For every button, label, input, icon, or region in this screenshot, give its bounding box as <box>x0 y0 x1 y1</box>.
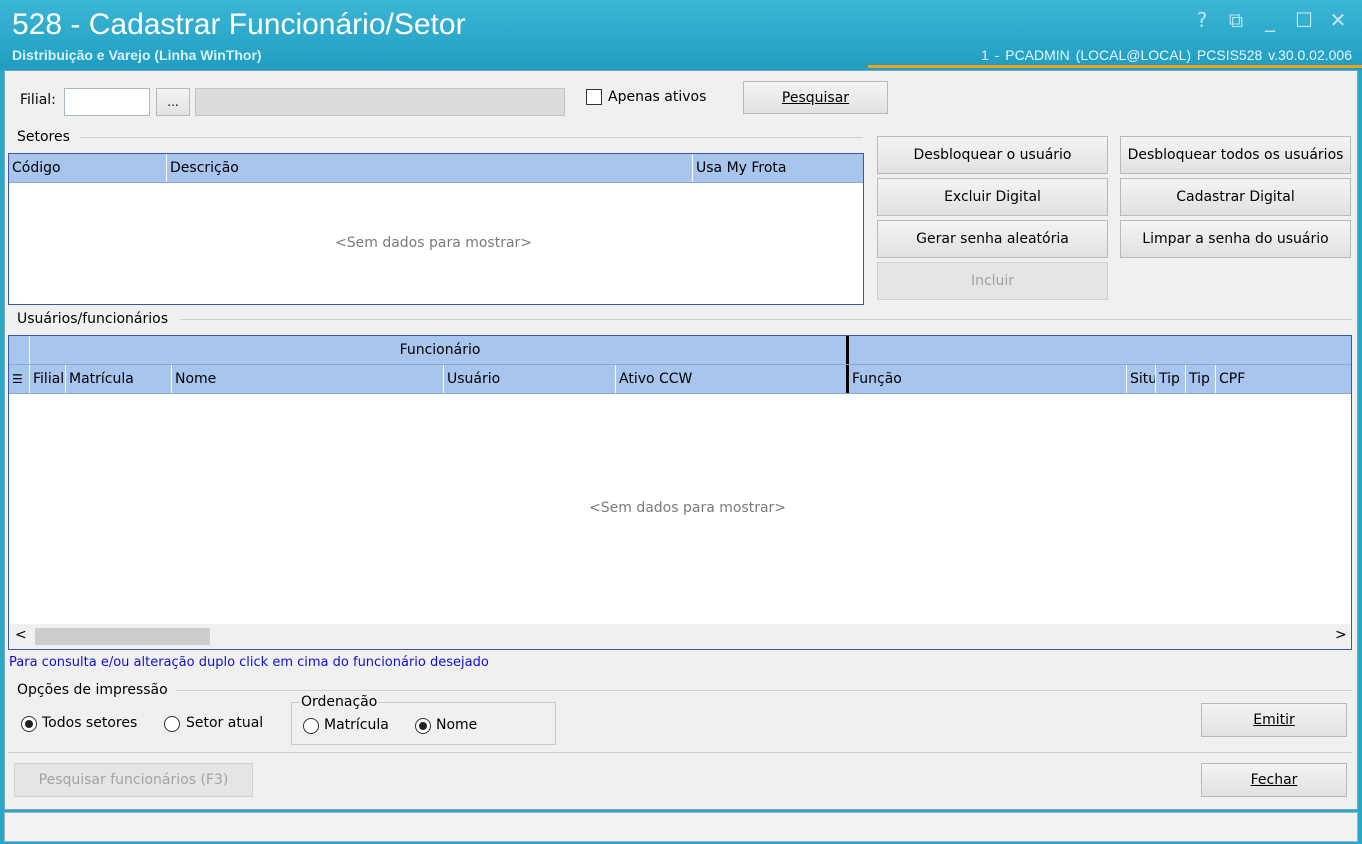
todos-setores-radio[interactable] <box>21 716 37 732</box>
pesquisar-funcionarios-button[interactable]: Pesquisar funcionários (F3) <box>14 763 253 797</box>
help-icon[interactable]: ? <box>1192 8 1212 32</box>
col-usuario[interactable]: Usuário <box>443 365 615 393</box>
pesquisar-button[interactable]: Pesquisar <box>743 81 888 114</box>
excluir-digital-button[interactable]: Excluir Digital <box>877 178 1108 216</box>
col-nome[interactable]: Nome <box>171 365 443 393</box>
setores-group-label: Setores <box>17 129 70 145</box>
restore-icon[interactable]: ⧉ <box>1226 8 1246 32</box>
col-matricula[interactable]: Matrícula <box>65 365 171 393</box>
matricula-radio[interactable] <box>303 718 319 734</box>
minimize-icon[interactable]: _ <box>1260 8 1280 32</box>
col-tipo-2[interactable]: Tip <box>1185 365 1215 393</box>
desbloquear-todos-button[interactable]: Desbloquear todos os usuários <box>1120 136 1351 174</box>
impressao-group-label: Opções de impressão <box>17 682 168 698</box>
emitir-button[interactable]: Emitir <box>1201 703 1347 737</box>
setores-grid-header: Código Descrição Usa My Frota <box>9 154 863 183</box>
nome-label: Nome <box>436 717 478 733</box>
limpar-senha-label: Limpar a senha do usuário <box>1142 231 1329 247</box>
horizontal-scrollbar[interactable]: < > <box>9 624 1351 649</box>
desbloquear-usuario-button[interactable]: Desbloquear o usuário <box>877 136 1108 174</box>
cadastrar-digital-label: Cadastrar Digital <box>1176 189 1295 205</box>
window-controls: ? ⧉ _ ☐ ✕ <box>1192 8 1348 32</box>
filial-input[interactable] <box>64 88 150 116</box>
desbloquear-usuario-label: Desbloquear o usuário <box>913 147 1072 163</box>
filial-lookup-button[interactable]: ... <box>156 88 190 116</box>
close-icon[interactable]: ✕ <box>1328 8 1348 32</box>
status-bar <box>4 812 1358 842</box>
usuarios-group-label: Usuários/funcionários <box>17 311 168 327</box>
filial-label: Filial: <box>20 92 56 108</box>
scroll-left-icon[interactable]: < <box>15 627 27 643</box>
apenas-ativos-label: Apenas ativos <box>608 89 707 105</box>
col-cpf[interactable]: CPF <box>1215 365 1351 393</box>
usuarios-grid[interactable]: Funcionário ☰ Filial Matrícula Nome Usuá… <box>8 335 1352 650</box>
usuarios-band-header: Funcionário <box>9 336 1351 365</box>
scrollbar-thumb[interactable] <box>35 628 210 645</box>
band-funcionario: Funcionário <box>29 336 847 364</box>
setores-empty-message: <Sem dados para mostrar> <box>335 235 533 251</box>
title-bar: 528 - Cadastrar Funcionário/Setor Distri… <box>0 0 1362 70</box>
nome-radio[interactable] <box>415 718 431 734</box>
setores-group-line <box>80 137 863 138</box>
setor-atual-radio[interactable] <box>164 716 180 732</box>
accent-line <box>868 65 1362 68</box>
footer-divider <box>8 752 1352 753</box>
scroll-right-icon[interactable]: > <box>1335 627 1347 643</box>
col-ativo-ccw[interactable]: Ativo CCW <box>615 365 846 393</box>
cadastrar-digital-button[interactable]: Cadastrar Digital <box>1120 178 1351 216</box>
session-status: 1 - PCADMIN (LOCAL@LOCAL) PCSIS528 v.30.… <box>981 47 1352 63</box>
setores-grid[interactable]: Código Descrição Usa My Frota <Sem dados… <box>8 153 864 305</box>
usuarios-hint: Para consulta e/ou alteração duplo click… <box>9 655 489 670</box>
incluir-button[interactable]: Incluir <box>877 262 1108 300</box>
apenas-ativos-checkbox[interactable] <box>586 89 602 105</box>
desbloquear-todos-label: Desbloquear todos os usuários <box>1127 147 1344 163</box>
todos-setores-label: Todos setores <box>42 715 138 731</box>
limpar-senha-button[interactable]: Limpar a senha do usuário <box>1120 220 1351 258</box>
usuarios-empty-message: <Sem dados para mostrar> <box>589 500 787 516</box>
col-funcao[interactable]: Função <box>849 365 1126 393</box>
matricula-label: Matrícula <box>324 717 389 733</box>
col-tipo-1[interactable]: Tip <box>1155 365 1185 393</box>
window-title: 528 - Cadastrar Funcionário/Setor <box>12 8 466 41</box>
gerar-senha-label: Gerar senha aleatória <box>916 231 1069 247</box>
incluir-label: Incluir <box>970 273 1015 289</box>
column-chooser-icon[interactable]: ☰ <box>9 365 29 393</box>
maximize-icon[interactable]: ☐ <box>1294 8 1314 32</box>
impressao-group-line <box>176 690 1352 691</box>
excluir-digital-label: Excluir Digital <box>944 189 1041 205</box>
col-usa-my-frota[interactable]: Usa My Frota <box>692 154 863 182</box>
setor-atual-label: Setor atual <box>186 715 264 731</box>
col-situacao[interactable]: Situ <box>1126 365 1155 393</box>
usuarios-group-line <box>180 319 1352 320</box>
band-divider <box>846 336 849 364</box>
col-codigo[interactable]: Código <box>9 154 166 182</box>
filial-description-field <box>195 88 565 116</box>
col-filial[interactable]: Filial <box>29 365 65 393</box>
col-descricao[interactable]: Descrição <box>166 154 692 182</box>
window-subtitle: Distribuição e Varejo (Linha WinThor) <box>12 47 262 63</box>
ordenacao-group-label: Ordenação <box>300 694 379 710</box>
usuarios-grid-header: ☰ Filial Matrícula Nome Usuário Ativo CC… <box>9 365 1351 394</box>
gerar-senha-button[interactable]: Gerar senha aleatória <box>877 220 1108 258</box>
fechar-button[interactable]: Fechar <box>1201 763 1347 797</box>
